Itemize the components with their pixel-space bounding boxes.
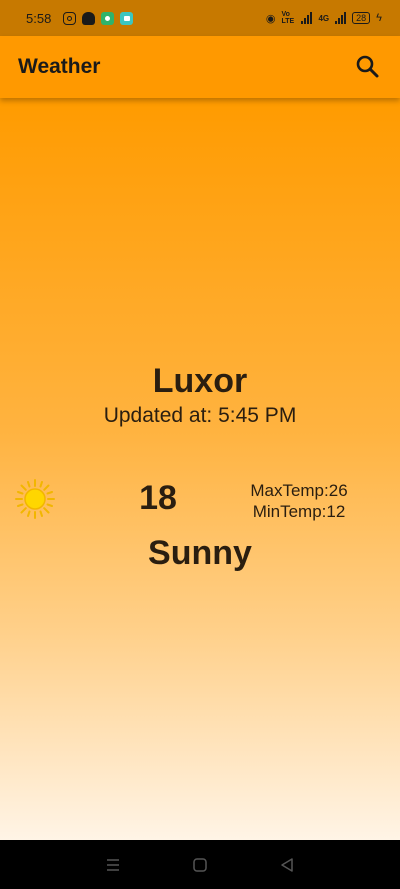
app-notification-icon [120,11,134,25]
updated-time: Updated at: 5:45 PM [103,404,297,427]
snapchat-icon [82,11,96,25]
instagram-icon [63,11,77,25]
weather-content: Luxor Updated at: 5:45 PM 18 MaxTemp:26 … [0,98,400,840]
back-button[interactable] [275,853,299,877]
notification-icons [63,11,134,25]
min-temperature: MinTemp:12 [252,502,346,521]
city-name: Luxor [152,362,248,400]
sun-icon [15,479,55,519]
menu-button[interactable] [101,853,125,877]
signal-1-icon [301,12,313,24]
app-bar: Weather [0,36,400,98]
weather-condition: Sunny [148,534,252,572]
status-right: ◉ Vo LTE 4G 28 ϟ [266,11,382,25]
battery-level: 28 [352,12,371,24]
home-button[interactable] [188,853,212,877]
charging-icon: ϟ [376,12,382,24]
network-type: 4G [318,13,330,23]
menu-icon [107,858,120,871]
app-title: Weather [18,55,101,78]
volte-label: Vo LTE [281,11,295,25]
hotspot-icon: ◉ [265,12,276,25]
temperature-range: MaxTemp:26 MinTemp:12 [244,480,354,522]
vpn-shield-icon [101,11,115,25]
search-button[interactable] [354,53,382,81]
status-time: 5:58 [26,10,52,26]
max-temperature: MaxTemp:26 [250,481,348,500]
home-icon [193,857,207,872]
current-temperature: 18 [139,479,177,517]
back-icon [280,857,293,872]
search-icon [356,55,379,78]
status-bar: 5:58 ◉ Vo LTE 4G 28 ϟ [0,0,400,36]
navigation-bar [0,840,400,889]
signal-2-icon [335,12,347,24]
